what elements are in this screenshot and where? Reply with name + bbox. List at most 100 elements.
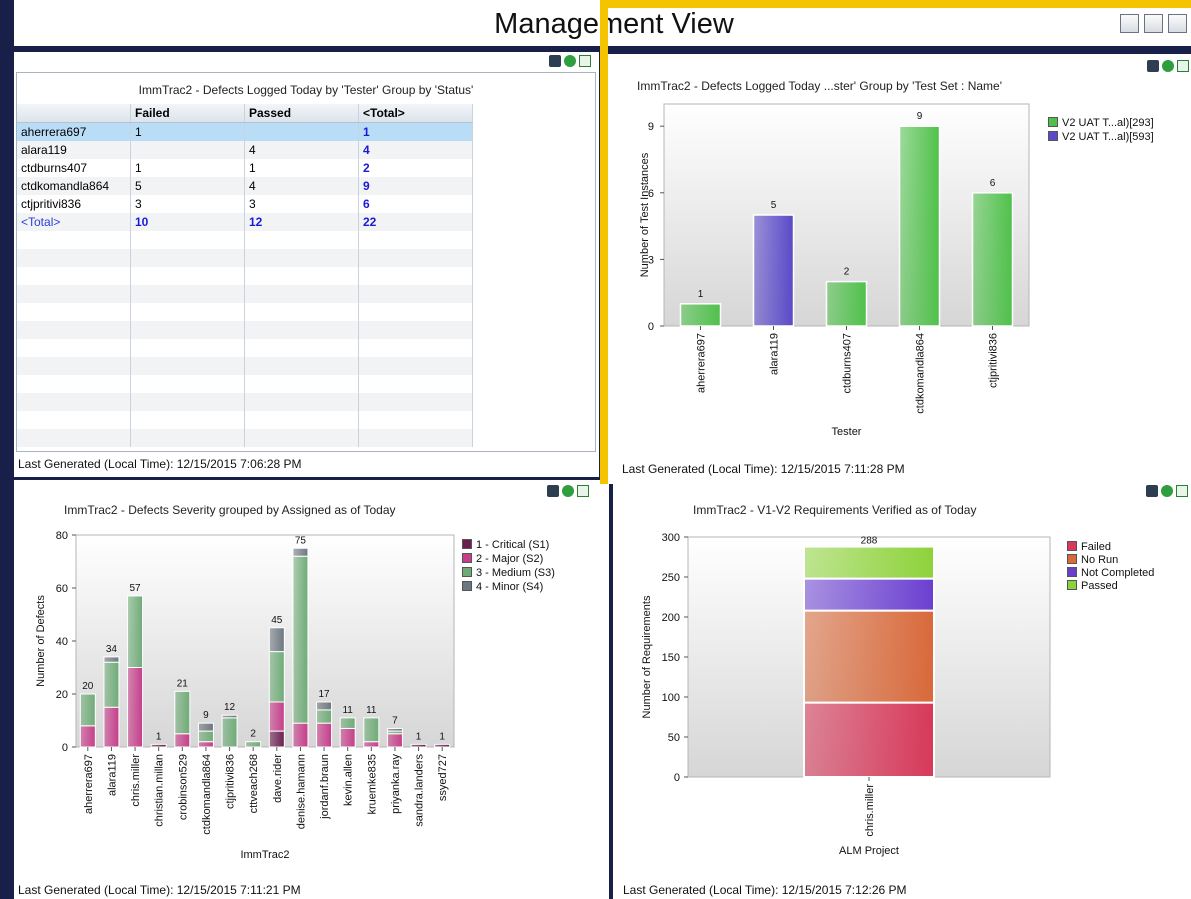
legend-item[interactable]: V2 UAT T...al)[593] (1048, 131, 1154, 143)
row-header-cell (17, 249, 131, 267)
table-row[interactable]: <Total> 10 12 22 (17, 213, 473, 231)
table-cell: 4 (358, 141, 473, 159)
grid-title: ImmTrac2 - Defects Logged Today by 'Test… (138, 83, 474, 97)
requirements-footer: Last Generated (Local Time): 12/15/2015 … (623, 883, 907, 897)
legend-item[interactable]: Not Completed (1067, 567, 1154, 579)
table-row[interactable]: ctjpritivi836 3 3 6 (17, 195, 473, 213)
y-tick-label: 200 (662, 612, 680, 624)
table-cell (244, 321, 359, 339)
table-cell (130, 249, 245, 267)
y-tick-label: 0 (674, 772, 680, 784)
grid-panel: ImmTrac2 - Defects Logged Today by 'Test… (14, 52, 599, 477)
bar (752, 214, 795, 327)
legend-item[interactable]: 3 - Medium (S3) (462, 567, 555, 579)
bar-segment (79, 725, 96, 748)
bar-segment (268, 627, 285, 653)
table-row[interactable]: alara119 4 4 (17, 141, 473, 159)
maximize-icon[interactable] (579, 55, 591, 67)
bar-segment (197, 722, 214, 732)
table-cell (130, 357, 245, 375)
panel-toolbar (546, 55, 591, 69)
table-row[interactable]: ctdburns407 1 1 2 (17, 159, 473, 177)
severity-panel: ImmTrac2 - Defects Severity grouped by A… (14, 480, 609, 899)
x-tick-label: chris.miller (864, 784, 876, 837)
y-tick-label: 50 (668, 732, 680, 744)
table-cell (358, 393, 473, 411)
legend-swatch (1067, 580, 1077, 590)
x-tick-label: dave.rider (272, 754, 284, 803)
x-tick-label: priyanka.ray (390, 754, 402, 814)
filter-icon[interactable] (549, 55, 561, 67)
table-cell (358, 231, 473, 249)
x-tick-label: crobinson529 (177, 754, 189, 820)
bar-segment (103, 656, 120, 663)
y-axis-label: Number of Defects (35, 595, 47, 687)
bar-segment (245, 741, 262, 748)
data-label: 1 (156, 731, 162, 742)
legend-item[interactable]: Failed (1067, 541, 1111, 553)
bar-segment (150, 743, 167, 748)
x-tick-label: kruemke835 (366, 754, 378, 815)
legend-label: Not Completed (1081, 567, 1155, 579)
grid-column-header[interactable]: Failed (130, 104, 245, 123)
table-cell (130, 411, 245, 429)
bar-segment (363, 717, 380, 743)
bar-segment (197, 730, 214, 743)
bar-segment (197, 741, 214, 748)
y-tick-label: 20 (56, 689, 68, 701)
row-header-cell: ctjpritivi836 (17, 195, 131, 213)
data-label: 9 (917, 111, 923, 122)
bar-segment (363, 741, 380, 748)
legend-swatch (462, 539, 472, 549)
row-header-cell (17, 267, 131, 285)
data-label: 57 (130, 583, 142, 594)
bar-segment (410, 743, 427, 748)
table-cell (130, 303, 245, 321)
legend-item[interactable]: No Run (1067, 554, 1118, 566)
legend-swatch (1067, 541, 1077, 551)
table-cell (130, 141, 245, 159)
row-header-cell: alara119 (17, 141, 131, 159)
table-cell (244, 411, 359, 429)
data-label: 1 (439, 731, 445, 742)
x-tick-label: ctjpritivi836 (988, 333, 1000, 388)
bar-segment (268, 701, 285, 732)
y-tick-label: 250 (662, 572, 680, 584)
legend-item[interactable]: 4 - Minor (S4) (462, 581, 543, 593)
table-cell (130, 429, 245, 447)
legend-label: Passed (1081, 580, 1118, 592)
tester-chart: 03691aherrera6975alara1192ctdburns4079ct… (639, 103, 1030, 438)
table-row[interactable]: ctdkomandla864 5 4 9 (17, 177, 473, 195)
legend-item[interactable]: 2 - Major (S2) (462, 553, 543, 565)
row-header-cell (17, 375, 131, 393)
defects-grid[interactable]: Failed Passed <Total> aherrera697 1 1 alara11… (17, 104, 473, 447)
y-tick-label: 60 (56, 583, 68, 595)
table-cell: 3 (130, 195, 245, 213)
table-cell (358, 321, 473, 339)
grid-column-header[interactable]: Passed (244, 104, 359, 123)
data-label: 34 (106, 644, 118, 655)
table-row[interactable]: aherrera697 1 1 (17, 122, 473, 141)
legend-item[interactable]: V2 UAT T...al)[293] (1048, 117, 1154, 129)
requirements-panel: ImmTrac2 - V1-V2 Requirements Verified a… (613, 480, 1191, 899)
legend-label: 2 - Major (S2) (476, 553, 544, 565)
grid-column-header[interactable]: <Total> (358, 104, 473, 123)
table-cell (130, 231, 245, 249)
table-cell (358, 375, 473, 393)
table-cell (244, 285, 359, 303)
table-cell (130, 339, 245, 357)
x-tick-label: chris.miller (130, 754, 142, 807)
table-cell (130, 375, 245, 393)
table-cell (358, 357, 473, 375)
refresh-icon[interactable] (564, 55, 576, 67)
bar-segment (103, 661, 120, 708)
table-cell: 5 (130, 177, 245, 195)
row-header-cell (17, 393, 131, 411)
table-cell: 6 (358, 195, 473, 213)
bar-segment (803, 701, 935, 779)
table-cell: 1 (130, 159, 245, 177)
legend-item[interactable]: 1 - Critical (S1) (462, 539, 549, 551)
grid-column-header[interactable] (17, 104, 131, 123)
legend-item[interactable]: Passed (1067, 580, 1118, 592)
empty-row (17, 357, 473, 375)
